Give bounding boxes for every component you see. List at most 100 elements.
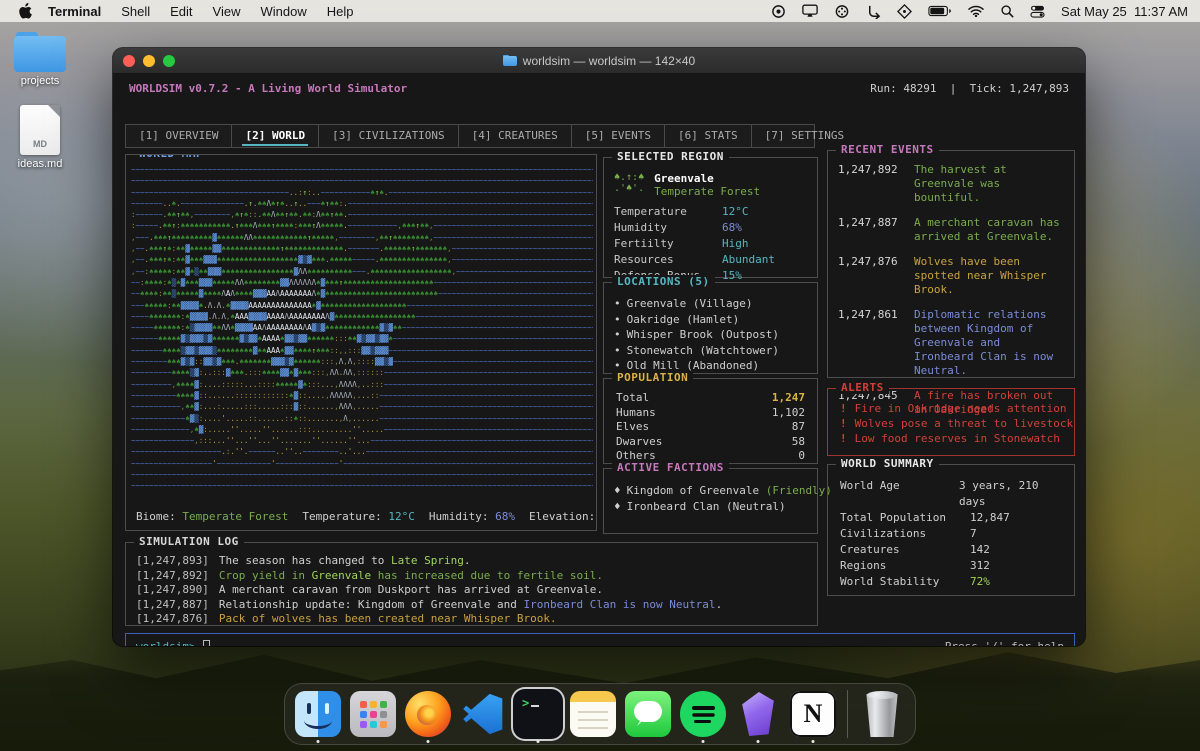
simulation-log-panel: SIMULATION LOG [1,247,893]The season has… (125, 542, 818, 626)
event-item: 1,247,876Wolves have been spotted near W… (838, 255, 1066, 297)
recent-events-title: RECENT EVENTS (836, 143, 939, 156)
running-indicator (537, 740, 540, 743)
event-item: 1,247,887A merchant caravan has arrived … (838, 216, 1066, 244)
dock (284, 683, 916, 745)
recent-events-panel: RECENT EVENTS 1,247,892The harvest at Gr… (827, 150, 1075, 378)
dock-icon-obsidian[interactable] (735, 691, 781, 737)
folder-icon (14, 32, 66, 72)
display-icon[interactable] (794, 4, 826, 18)
region-field: Humidity68% (614, 220, 807, 236)
close-button[interactable] (123, 55, 135, 67)
summary-row: Total Population12,847 (840, 510, 1062, 526)
target-icon[interactable] (889, 4, 920, 19)
desktop-icon-ideas-md[interactable]: MD ideas.md (2, 105, 78, 170)
locations-title: LOCATIONS (5) (612, 275, 715, 288)
controller-icon[interactable] (826, 4, 858, 19)
alert-item: !Low food reserves in Stonewatch (838, 431, 1064, 446)
location-item[interactable]: •Greenvale (Village) (614, 296, 807, 312)
menu-item-terminal[interactable]: Terminal (38, 4, 111, 19)
zoom-button[interactable] (163, 55, 175, 67)
tab-bar: [1] OVERVIEW[2] WORLD[3] CIVILIZATIONS[4… (125, 124, 815, 148)
location-item[interactable]: •Stonewatch (Watchtower) (614, 343, 807, 359)
command-prompt: worldsim> (136, 640, 196, 647)
terminal-window: worldsim — worldsim — 142×40 WORLDSIM v0… (113, 48, 1085, 646)
window-titlebar[interactable]: worldsim — worldsim — 142×40 (113, 48, 1085, 74)
factions-panel: ACTIVE FACTIONS ♦Kingdom of Greenvale (F… (603, 468, 818, 534)
faction-item[interactable]: ♦Kingdom of Greenvale (Friendly) (614, 483, 807, 499)
log-line: [1,247,876]Pack of wolves has been creat… (136, 612, 807, 627)
world-map-panel[interactable]: WORLD MAP ~~~~~~~~~~~~~~~~~~~~~~~~~~~~~~… (125, 154, 597, 531)
dock-icon-messages[interactable] (625, 691, 671, 737)
spotlight-icon[interactable] (992, 4, 1022, 18)
log-line: [1,247,887]Relationship update: Kingdom … (136, 598, 807, 613)
location-item[interactable]: •Whisper Brook (Outpost) (614, 327, 807, 343)
alert-item: !Wolves pose a threat to livestock (838, 416, 1064, 431)
summary-row: Civilizations7 (840, 526, 1062, 542)
ascii-world-map[interactable]: ~~~~~~~~~~~~~~~~~~~~~~~~~~~~~~~~~~~~~~~~… (131, 164, 593, 500)
shortcuts-icon[interactable] (858, 4, 889, 19)
alerts-panel: ALERTS !Fire in Oakridge needs attention… (827, 388, 1075, 456)
dock-icon-spotify[interactable] (680, 691, 726, 737)
log-line: [1,247,892]Crop yield in Greenvale has i… (136, 569, 807, 584)
dock-icon-finder[interactable] (295, 691, 341, 737)
terminal-content: WORLDSIM v0.7.2 - A Living World Simulat… (113, 74, 1085, 646)
tab--2-world[interactable]: [2] WORLD (232, 125, 319, 147)
faction-item[interactable]: ♦Ironbeard Clan (Neutral) (614, 499, 807, 515)
population-title: POPULATION (612, 371, 693, 384)
population-row: Humans1,102 (616, 406, 805, 421)
region-field: ResourcesAbundant (614, 252, 807, 268)
menu-item-shell[interactable]: Shell (111, 4, 160, 19)
dock-icon-vscode[interactable] (460, 691, 506, 737)
running-indicator (427, 740, 430, 743)
dock-icon-notion[interactable] (790, 691, 836, 737)
tab--3-civilizations[interactable]: [3] CIVILIZATIONS (319, 125, 459, 147)
running-indicator (317, 740, 320, 743)
location-item[interactable]: •Oakridge (Hamlet) (614, 312, 807, 328)
text-cursor[interactable] (203, 640, 210, 647)
app-title: WORLDSIM v0.7.2 - A Living World Simulat… (129, 82, 407, 95)
region-biome: Temperate Forest (654, 185, 760, 198)
locations-panel: LOCATIONS (5) •Greenvale (Village)•Oakri… (603, 282, 818, 374)
menu-item-help[interactable]: Help (317, 4, 364, 19)
event-item: 1,247,861Diplomatic relations between Ki… (838, 308, 1066, 378)
running-indicator (702, 740, 705, 743)
minimize-button[interactable] (143, 55, 155, 67)
event-item: 1,247,892The harvest at Greenvale was bo… (838, 163, 1066, 205)
wifi-icon[interactable] (960, 5, 992, 17)
record-icon[interactable] (763, 4, 794, 19)
log-line: [1,247,890]A merchant caravan from Duskp… (136, 583, 807, 598)
dock-icon-firefox[interactable] (405, 691, 451, 737)
battery-icon[interactable] (920, 5, 960, 17)
log-line: [1,247,893]The season has changed to Lat… (136, 554, 807, 569)
simulation-log-title: SIMULATION LOG (134, 535, 244, 548)
dock-icon-launchpad[interactable] (350, 691, 396, 737)
summary-row: World Stability72% (840, 574, 1062, 590)
menu-item-window[interactable]: Window (251, 4, 317, 19)
tab--1-overview[interactable]: [1] OVERVIEW (126, 125, 232, 147)
region-field: Temperature12°C (614, 204, 807, 220)
factions-title: ACTIVE FACTIONS (612, 461, 729, 474)
menu-item-view[interactable]: View (203, 4, 251, 19)
menu-item-edit[interactable]: Edit (160, 4, 202, 19)
menu-clock[interactable]: Sat May 25 11:37 AM (1053, 4, 1188, 19)
tab--4-creatures[interactable]: [4] CREATURES (459, 125, 572, 147)
selected-region-panel: SELECTED REGION ♠.↑:♠ .'♠'. Greenvale Te… (603, 157, 818, 278)
dock-icon-terminal[interactable] (515, 691, 561, 737)
run-tick-status: Run: 48291 | Tick: 1,247,893 (870, 82, 1069, 95)
apple-menu-icon[interactable] (12, 3, 38, 19)
tab--5-events[interactable]: [5] EVENTS (572, 125, 665, 147)
desktop-icon-projects[interactable]: projects (2, 32, 78, 87)
window-title: worldsim — worldsim — 142×40 (113, 54, 1085, 68)
dock-separator (847, 690, 848, 738)
summary-row: Regions312 (840, 558, 1062, 574)
command-bar[interactable]: worldsim> Press '/' for help (125, 633, 1075, 646)
running-indicator (812, 740, 815, 743)
world-summary-title: WORLD SUMMARY (836, 457, 939, 470)
map-status-line: Biome: Temperate ForestTemperature: 12°C… (136, 510, 597, 523)
dock-icon-trash[interactable] (859, 691, 905, 737)
world-summary-panel: WORLD SUMMARY World Age3 years, 210 days… (827, 464, 1075, 596)
tab--6-stats[interactable]: [6] STATS (665, 125, 752, 147)
dock-icon-notes[interactable] (570, 691, 616, 737)
help-hint: Press '/' for help (945, 640, 1064, 647)
control-center-icon[interactable] (1022, 5, 1053, 18)
